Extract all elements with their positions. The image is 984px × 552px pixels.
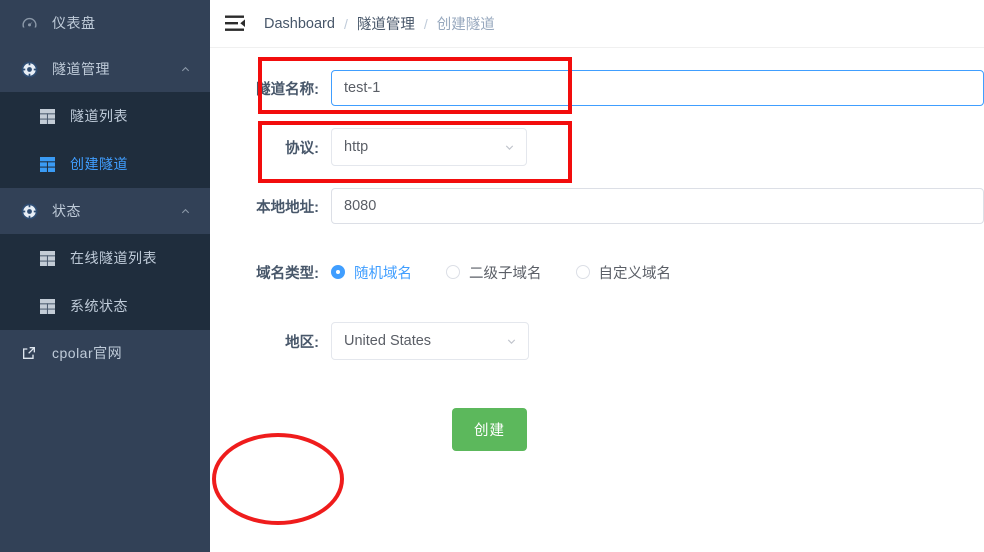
tunnel-name-row: 隧道名称: test-1 [210,60,984,116]
dashboard-icon [18,12,40,34]
sidebar-item-label: cpolar官网 [52,345,123,361]
create-button[interactable]: 创建 [452,408,527,451]
protocol-select-value: http [344,139,369,155]
region-label: 地区: [285,334,319,351]
grid-icon [38,107,56,125]
chevron-down-icon [505,335,517,347]
grid-icon [38,155,56,173]
breadcrumb: Dashboard / 隧道管理 / 创建隧道 [264,13,495,34]
protocol-label: 协议: [285,140,319,157]
radio-label: 自定义域名 [598,265,672,282]
sidebar-item-cpolar-website[interactable]: cpolar官网 [0,330,210,376]
create-tunnel-form: 隧道名称: test-1 协议: http 本地地址: 8080 域名类型: 随… [210,48,984,451]
sidebar-group-tunnel-management[interactable]: 隧道管理 [0,46,210,92]
radio-dot [575,265,590,279]
sidebar-item-system-status[interactable]: 系统状态 [0,282,210,330]
protocol-select[interactable]: http [331,128,527,166]
breadcrumb-separator: / [343,15,348,32]
sidebar-item-tunnel-list[interactable]: 隧道列表 [0,92,210,140]
sidebar-item-create-tunnel[interactable]: 创建隧道 [0,140,210,188]
radio-random-domain[interactable]: 随机域名 [331,262,412,283]
topbar: Dashboard / 隧道管理 / 创建隧道 [210,0,984,48]
sidebar-group-label: 状态 [52,203,81,219]
sidebar-group-label: 隧道管理 [52,61,110,77]
chevron-up-icon [180,206,190,216]
sidebar-item-label: 创建隧道 [70,156,128,172]
sidebar-item-label: 系统状态 [70,298,128,314]
tunnel-name-label: 隧道名称: [256,81,319,98]
grid-icon [38,249,56,267]
breadcrumb-item-dashboard[interactable]: Dashboard [264,16,335,32]
sidebar: 仪表盘 隧道管理 隧道列表 创建隧道 状态 在线隧道列表 系统状态 cpolar… [0,0,210,552]
region-select[interactable]: United States [331,322,529,360]
sidebar-item-label: 在线隧道列表 [70,250,157,266]
breadcrumb-separator: / [423,15,428,32]
radio-label: 二级子域名 [469,265,542,282]
sidebar-item-dashboard[interactable]: 仪表盘 [0,0,210,46]
sidebar-item-label: 隧道列表 [70,108,128,124]
sidebar-item-online-tunnel-list[interactable]: 在线隧道列表 [0,234,210,282]
sidebar-group-status[interactable]: 状态 [0,188,210,234]
radio-label: 随机域名 [354,265,412,282]
status-submenu: 在线隧道列表 系统状态 [0,234,210,330]
sidebar-item-label: 仪表盘 [52,15,96,31]
radio-custom-domain[interactable]: 自定义域名 [575,262,672,283]
radio-dot [331,265,345,279]
local-address-row: 本地地址: 8080 [210,178,984,234]
grid-icon [38,297,56,315]
external-link-icon [18,342,40,364]
local-address-input[interactable]: 8080 [331,188,984,224]
region-select-value: United States [344,333,432,349]
main-content: Dashboard / 隧道管理 / 创建隧道 隧道名称: test-1 协议:… [210,0,984,552]
protocol-row: 协议: http [210,116,984,178]
radio-subdomain[interactable]: 二级子域名 [446,262,542,283]
local-address-label: 本地地址: [256,199,319,216]
tunnel-name-input[interactable]: test-1 [331,70,984,106]
breadcrumb-item-create-tunnel: 创建隧道 [436,17,495,33]
radio-dot [446,265,460,279]
chevron-down-icon [503,141,515,153]
app-root: 仪表盘 隧道管理 隧道列表 创建隧道 状态 在线隧道列表 系统状态 cpolar… [0,0,984,552]
domain-type-label: 域名类型: [256,265,319,282]
domain-type-row: 域名类型: 随机域名 二级子域名 自定义域名 [210,234,984,310]
hamburger-collapse-icon[interactable] [224,13,246,35]
chevron-up-icon [180,64,190,74]
compass-icon [18,58,40,80]
breadcrumb-item-tunnel-management[interactable]: 隧道管理 [357,13,415,34]
region-row: 地区: United States [210,310,984,372]
submit-row: 创建 [210,372,984,451]
domain-type-radio-group: 随机域名 二级子域名 自定义域名 [331,262,705,283]
tunnel-submenu: 隧道列表 创建隧道 [0,92,210,188]
compass-icon [18,200,40,222]
